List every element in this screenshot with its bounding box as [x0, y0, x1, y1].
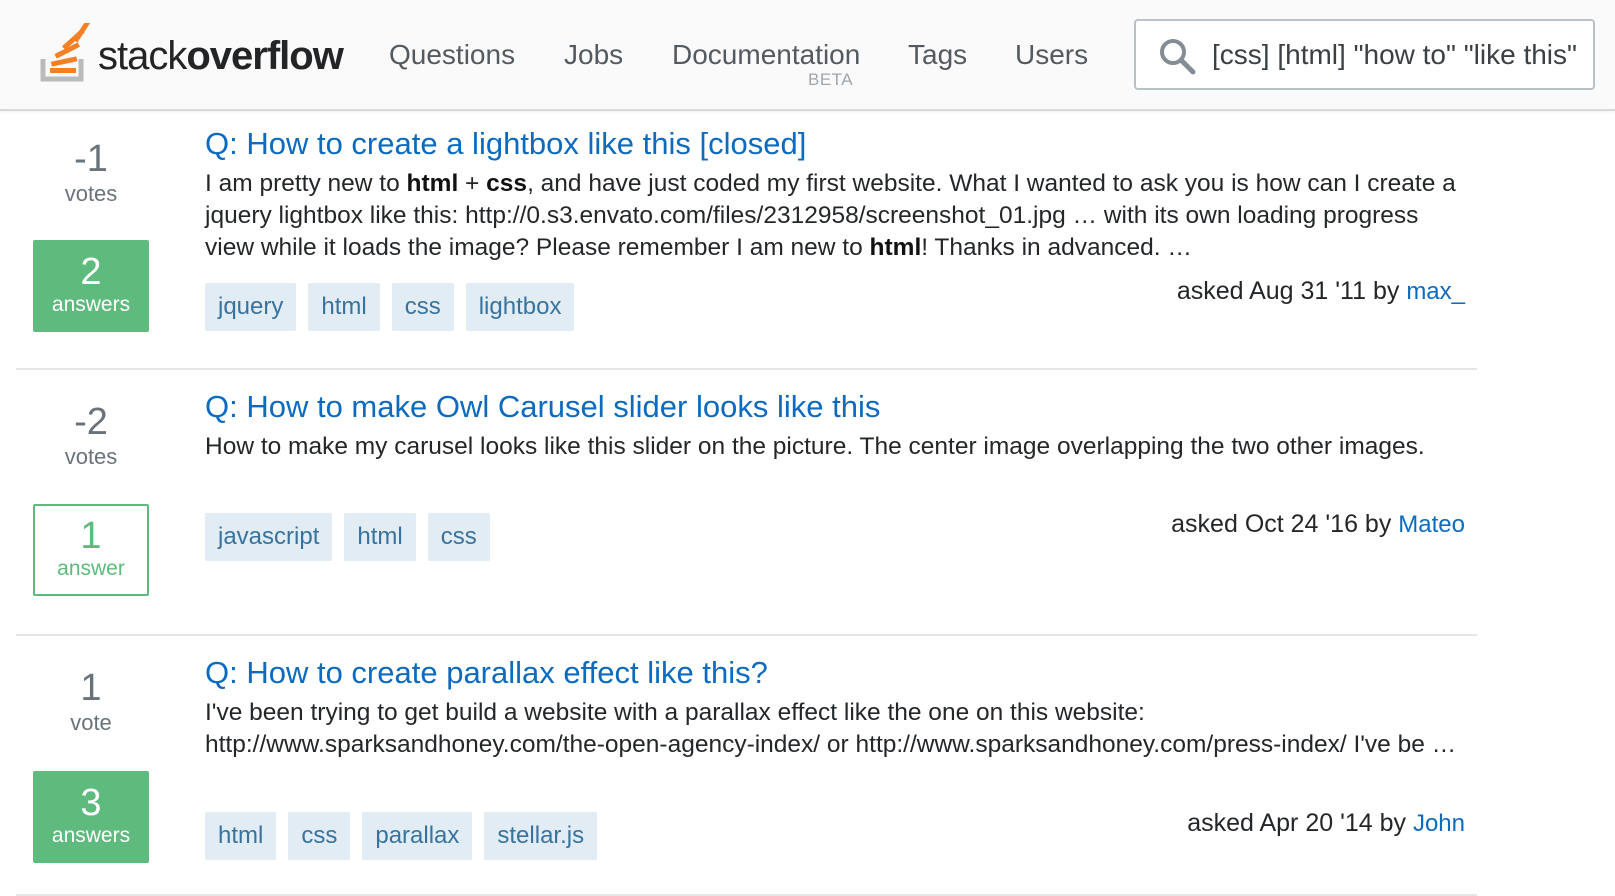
vote-label: vote [70, 710, 112, 735]
tag-css[interactable]: css [288, 812, 351, 860]
nav-users[interactable]: Users [1015, 38, 1088, 72]
asked-info: asked Aug 31 '11 by max_ [1177, 276, 1465, 307]
question-title-link[interactable]: Q: How to create a lightbox like this [c… [205, 125, 806, 163]
highlighted-term: html [406, 170, 459, 197]
search-result: -2 votes 1 answer Q: How to make Owl Car… [16, 372, 1477, 636]
logo-wordmark: stackoverflow [98, 34, 344, 78]
question-excerpt: How to make my carusel looks like this s… [205, 431, 1460, 463]
answer-count: 2 [80, 251, 102, 293]
nav-jobs[interactable]: Jobs [564, 38, 623, 72]
top-bar: stackoverflow Questions Jobs Documentati… [0, 0, 1615, 111]
highlighted-term: css [486, 170, 528, 197]
answer-count: 3 [80, 782, 102, 824]
vote-stats: 1 vote [33, 668, 149, 736]
search-result: 1 vote 3 answers Q: How to create parall… [16, 638, 1477, 896]
tag-lightbox[interactable]: lightbox [465, 283, 575, 331]
excerpt-text: I've been trying to get build a website … [205, 699, 1457, 758]
answer-label: answers [51, 824, 131, 847]
tag-list: html css parallax stellar.js [205, 812, 598, 860]
stack-logo-icon [40, 23, 92, 82]
tag-html[interactable]: html [308, 283, 380, 331]
tag-css[interactable]: css [427, 513, 490, 561]
tag-list: jquery html css lightbox [205, 283, 575, 331]
nav-documentation[interactable]: Documentation [672, 38, 860, 72]
excerpt-text: How to make my carusel looks like this s… [205, 433, 1425, 460]
logo-wordmark-light: stack [98, 34, 187, 78]
tag-html[interactable]: html [344, 513, 416, 561]
user-link[interactable]: Mateo [1398, 511, 1465, 538]
search-box[interactable] [1134, 19, 1595, 90]
highlighted-term: html [869, 234, 922, 261]
tag-html[interactable]: html [205, 812, 277, 860]
nav-tags[interactable]: Tags [908, 38, 967, 72]
answer-label: answers [51, 293, 131, 316]
answer-count: 1 [80, 515, 102, 557]
asked-date: asked Aug 31 '11 by [1176, 277, 1400, 305]
user-link[interactable]: max_ [1406, 278, 1465, 305]
nav-questions[interactable]: Questions [389, 38, 515, 72]
tag-stellarjs[interactable]: stellar.js [484, 812, 598, 860]
vote-label: votes [64, 444, 118, 469]
asked-date: asked Apr 20 '14 by [1187, 809, 1406, 837]
answer-count-accepted: 3 answers [33, 771, 149, 863]
beta-badge: BETA [808, 70, 854, 89]
excerpt-text: I am pretty new to [205, 170, 407, 197]
search-input[interactable] [1212, 21, 1584, 88]
vote-count: -1 [74, 138, 108, 180]
logo-wordmark-bold: overflow [186, 34, 343, 78]
question-title-link[interactable]: Q: How to make Owl Carusel slider looks … [205, 388, 880, 426]
question-title-link[interactable]: Q: How to create parallax effect like th… [205, 654, 768, 692]
search-result: -1 votes 2 answers Q: How to create a li… [16, 113, 1477, 370]
excerpt-text: ! Thanks in advanced. … [921, 234, 1192, 261]
vote-count: 1 [80, 667, 102, 709]
excerpt-text: + [458, 170, 487, 197]
search-icon [1160, 39, 1196, 75]
tag-javascript[interactable]: javascript [205, 513, 333, 561]
vote-label: votes [64, 181, 118, 206]
stackoverflow-logo[interactable]: stackoverflow [40, 22, 344, 84]
asked-date: asked Oct 24 '16 by [1171, 510, 1392, 538]
question-excerpt: I am pretty new to html + css, and have … [205, 168, 1460, 264]
question-excerpt: I've been trying to get build a website … [205, 697, 1460, 761]
tag-jquery[interactable]: jquery [205, 283, 297, 331]
answer-count-accepted: 2 answers [33, 240, 149, 332]
tag-parallax[interactable]: parallax [362, 812, 473, 860]
vote-stats: -2 votes [33, 402, 149, 470]
tag-css[interactable]: css [391, 283, 454, 331]
answer-label: answer [57, 557, 125, 580]
answer-count-answered: 1 answer [33, 504, 149, 596]
vote-stats: -1 votes [33, 139, 149, 207]
vote-count: -2 [74, 401, 108, 443]
asked-info: asked Oct 24 '16 by Mateo [1171, 509, 1465, 540]
user-link[interactable]: John [1413, 810, 1465, 837]
asked-info: asked Apr 20 '14 by John [1187, 808, 1465, 839]
tag-list: javascript html css [205, 513, 490, 561]
